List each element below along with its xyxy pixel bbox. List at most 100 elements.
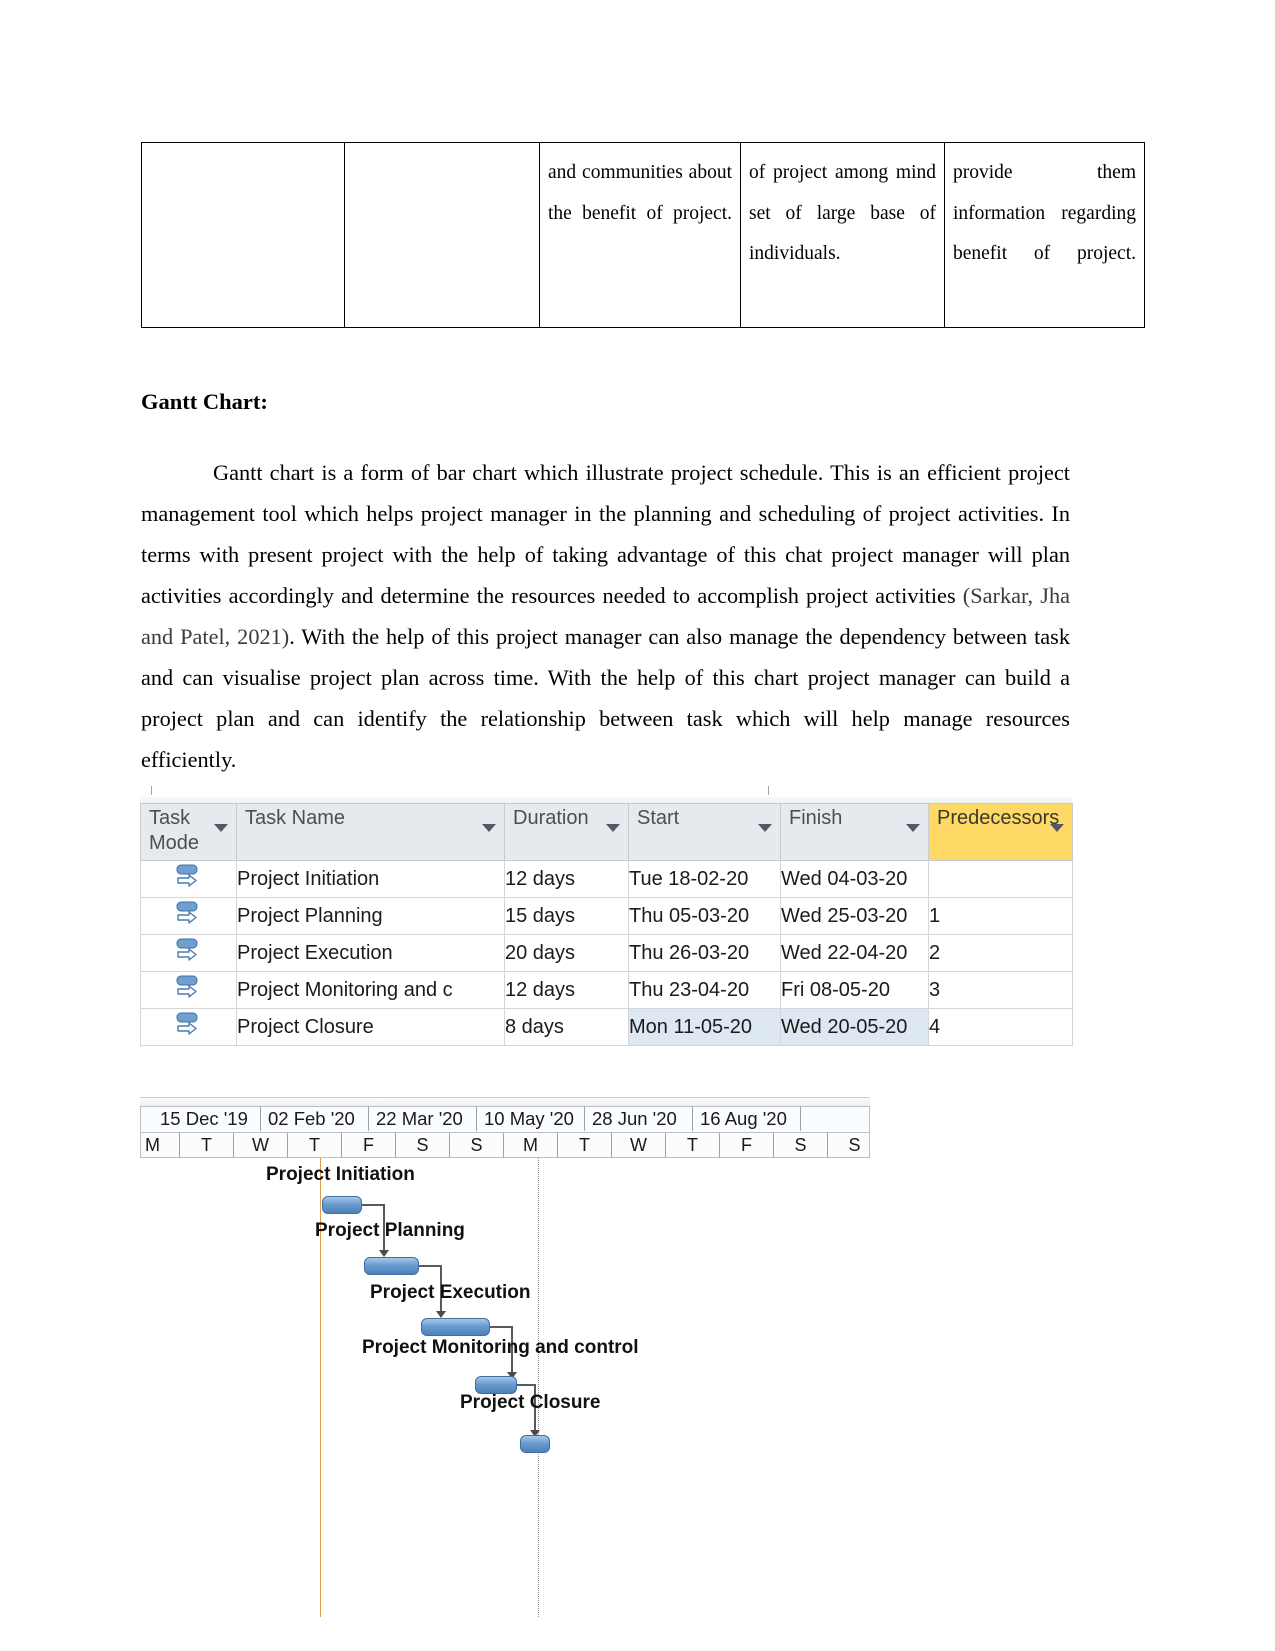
timescale-minor-tick: S — [396, 1133, 450, 1157]
cell-duration[interactable]: 20 days — [504, 934, 629, 972]
timescale-major-tick: 16 Aug '20 — [693, 1107, 801, 1131]
cell-text: of project among mind set of large base … — [749, 162, 936, 265]
duration-text: 8 days — [505, 1015, 564, 1038]
auto-scheduled-icon — [176, 901, 202, 931]
duration-text: 20 days — [505, 941, 576, 964]
cell-text: provide them information regarding benef… — [953, 162, 1136, 265]
cell-duration[interactable]: 12 days — [504, 860, 629, 898]
column-header-task-name[interactable]: Task Name — [236, 803, 505, 861]
timescale-minor-tick: W — [612, 1133, 666, 1157]
table-row[interactable]: Project Initiation 12 days Tue 18-02-20 Wed… — [140, 860, 1073, 898]
cell-task-mode[interactable] — [140, 897, 237, 935]
gantt-link — [517, 1384, 535, 1386]
gantt-plot-area: Project Initiation Project Planning Proj… — [140, 1158, 870, 1617]
gantt-bar[interactable] — [322, 1196, 362, 1214]
gantt-link-arrow-icon — [379, 1250, 389, 1257]
cell-task-name[interactable]: Project Initiation — [236, 860, 505, 898]
cell-duration[interactable]: 8 days — [504, 1008, 629, 1046]
predecessor-text: 3 — [929, 978, 941, 1001]
predecessor-text: 1 — [929, 904, 941, 927]
filter-arrow-icon[interactable] — [906, 824, 920, 832]
table-row: and communities about the benefit of pro… — [141, 141, 1145, 329]
filter-arrow-icon[interactable] — [482, 824, 496, 832]
timescale-minor-tick: W — [234, 1133, 288, 1157]
task-name-text: Project Planning — [237, 904, 383, 927]
timescale-minor-tick: M — [140, 1133, 180, 1157]
column-header-finish[interactable]: Finish — [780, 803, 929, 861]
cell-finish[interactable]: Wed 25-03-20 — [780, 897, 929, 935]
finish-date-text: Wed 22-04-20 — [781, 941, 908, 964]
cell-finish[interactable]: Fri 08-05-20 — [780, 971, 929, 1009]
auto-scheduled-icon — [176, 938, 202, 968]
table-row[interactable]: Project Execution 20 days Thu 26-03-20 Wed … — [140, 934, 1073, 972]
cell-task-name[interactable]: Project Closure — [236, 1008, 505, 1046]
timescale-minor-tick: F — [720, 1133, 774, 1157]
cell-predecessors[interactable]: 2 — [928, 934, 1073, 972]
cell-finish[interactable]: Wed 22-04-20 — [780, 934, 929, 972]
cell-predecessors[interactable]: 3 — [928, 971, 1073, 1009]
cell-task-mode[interactable] — [140, 934, 237, 972]
cell-task-mode[interactable] — [140, 971, 237, 1009]
cell-task-name[interactable]: Project Execution — [236, 934, 505, 972]
cell-start[interactable]: Tue 18-02-20 — [628, 860, 781, 898]
timescale-major-tick: 28 Jun '20 — [585, 1107, 693, 1131]
paragraph-part-1: Gantt chart is a form of bar chart which… — [141, 460, 1070, 609]
gantt-bar[interactable] — [520, 1435, 550, 1453]
start-date-text: Thu 05-03-20 — [629, 904, 750, 927]
gantt-chart: 15 Dec '19 02 Feb '20 22 Mar '20 10 May '20… — [140, 1097, 870, 1617]
cell-finish[interactable]: Wed 20-05-20 — [780, 1008, 929, 1046]
ruler-tick — [768, 786, 769, 795]
column-header-start[interactable]: Start — [628, 803, 781, 861]
gantt-bar[interactable] — [421, 1318, 490, 1336]
gantt-minor-timescale[interactable]: MTWTFSSMTWTFSS — [140, 1132, 870, 1158]
gantt-bar-label: Project Initiation — [266, 1164, 415, 1185]
auto-scheduled-icon — [176, 1012, 202, 1042]
timescale-minor-tick: F — [342, 1133, 396, 1157]
cell-start[interactable]: Thu 26-03-20 — [628, 934, 781, 972]
finish-date-text: Wed 04-03-20 — [781, 867, 908, 890]
ruler-tick — [151, 786, 152, 795]
task-grid: Task Mode Task Name Duration Start Finis… — [140, 803, 1073, 1046]
cell-duration[interactable]: 15 days — [504, 897, 629, 935]
finish-date-text: Wed 20-05-20 — [781, 1015, 908, 1038]
column-header-label: Finish — [789, 807, 843, 829]
timescale-minor-tick: T — [558, 1133, 612, 1157]
table-row[interactable]: Project Closure 8 days Mon 11-05-20 Wed 20-… — [140, 1008, 1073, 1046]
table-row[interactable]: Project Planning 15 days Thu 05-03-20 Wed 2… — [140, 897, 1073, 935]
cell-finish[interactable]: Wed 04-03-20 — [780, 860, 929, 898]
task-name-text: Project Monitoring and c — [237, 978, 453, 1001]
column-header-task-mode[interactable]: Task Mode — [140, 803, 237, 861]
filter-arrow-icon[interactable] — [1050, 824, 1064, 832]
cell-predecessors[interactable] — [928, 860, 1073, 898]
cell-task-name[interactable]: Project Monitoring and c — [236, 971, 505, 1009]
timescale-major-tick: 10 May '20 — [477, 1107, 585, 1131]
cell-duration[interactable]: 12 days — [504, 971, 629, 1009]
cell-start[interactable]: Mon 11-05-20 — [628, 1008, 781, 1046]
duration-text: 12 days — [505, 867, 576, 890]
cell-predecessors[interactable]: 4 — [928, 1008, 1073, 1046]
column-header-predecessors[interactable]: Predecessors — [928, 803, 1073, 861]
table-cell-empty-2 — [344, 141, 540, 329]
status-date-line — [538, 1158, 539, 1617]
cell-task-name[interactable]: Project Planning — [236, 897, 505, 935]
column-header-label: Task Name — [245, 807, 346, 829]
filter-arrow-icon[interactable] — [214, 824, 228, 832]
cell-predecessors[interactable]: 1 — [928, 897, 1073, 935]
cell-start[interactable]: Thu 05-03-20 — [628, 897, 781, 935]
filter-arrow-icon[interactable] — [606, 824, 620, 832]
gantt-bar-label: Project Execution — [370, 1282, 531, 1303]
filter-arrow-icon[interactable] — [758, 824, 772, 832]
table-cell-information: provide them information regarding benef… — [944, 141, 1145, 329]
cell-task-mode[interactable] — [140, 860, 237, 898]
column-header-duration[interactable]: Duration — [504, 803, 629, 861]
table-cell-mindset: of project among mind set of large base … — [740, 141, 945, 329]
timescale-major-tick: 15 Dec '19 — [153, 1107, 261, 1131]
gantt-bar[interactable] — [364, 1257, 419, 1275]
start-date-text: Thu 26-03-20 — [629, 941, 750, 964]
cell-start[interactable]: Thu 23-04-20 — [628, 971, 781, 1009]
table-row[interactable]: Project Monitoring and c 12 days Thu 23-04… — [140, 971, 1073, 1009]
gantt-major-timescale[interactable]: 15 Dec '19 02 Feb '20 22 Mar '20 10 May '20… — [140, 1106, 870, 1132]
timescale-minor-tick: M — [504, 1133, 558, 1157]
start-date-text: Tue 18-02-20 — [629, 867, 749, 890]
cell-task-mode[interactable] — [140, 1008, 237, 1046]
